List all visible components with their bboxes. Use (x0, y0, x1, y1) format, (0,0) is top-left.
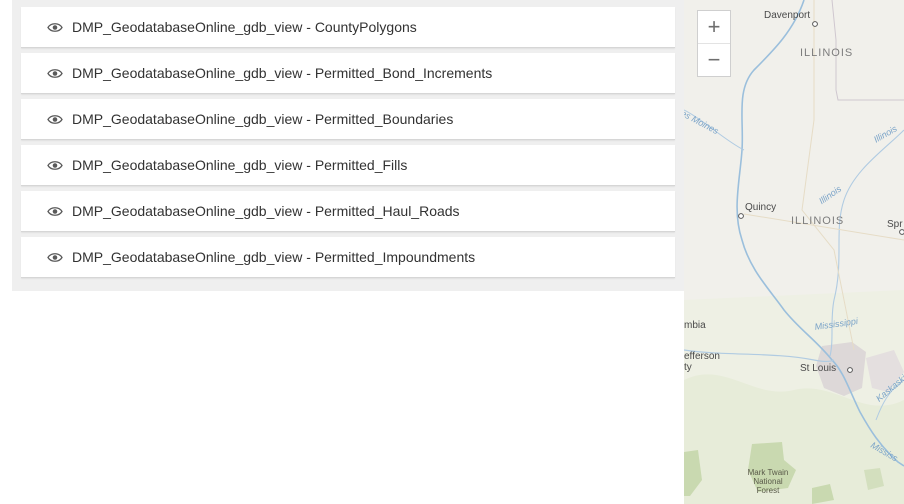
map-label-springfield: Spr (887, 219, 903, 230)
zoom-in-button[interactable]: + (698, 11, 730, 44)
map-label-st-louis: St Louis (800, 363, 837, 374)
map-label-illinois-mid: ILLINOIS (791, 215, 845, 227)
layer-item-county-polygons[interactable]: DMP_GeodatabaseOnline_gdb_view - CountyP… (21, 7, 675, 48)
layer-item-permitted-boundaries[interactable]: DMP_GeodatabaseOnline_gdb_view - Permitt… (21, 99, 675, 140)
map-label-jefferson: efferson (684, 351, 720, 362)
map-label-davenport: Davenport (764, 10, 811, 21)
layer-label: DMP_GeodatabaseOnline_gdb_view - Permitt… (72, 249, 476, 265)
eye-icon[interactable] (47, 251, 63, 263)
layer-item-permitted-fills[interactable]: DMP_GeodatabaseOnline_gdb_view - Permitt… (21, 145, 675, 186)
minus-icon: − (707, 47, 721, 72)
map-view[interactable]: + − Davenport ILLINOIS es Moines Illinoi… (684, 0, 904, 504)
map-label-mark-twain-forest: Mark Twain National Forest (740, 468, 796, 495)
eye-icon[interactable] (47, 113, 63, 125)
eye-icon[interactable] (47, 21, 63, 33)
layer-list: DMP_GeodatabaseOnline_gdb_view - CountyP… (21, 7, 675, 283)
layer-list-panel: DMP_GeodatabaseOnline_gdb_view - CountyP… (12, 0, 684, 291)
forest-label-line: Mark Twain (747, 468, 789, 477)
zoom-out-button[interactable]: − (698, 44, 730, 76)
layer-item-permitted-bond-increments[interactable]: DMP_GeodatabaseOnline_gdb_view - Permitt… (21, 53, 675, 94)
map-label-illinois-top: ILLINOIS (800, 47, 854, 59)
map-label-quincy: Quincy (745, 202, 777, 213)
eye-icon[interactable] (47, 205, 63, 217)
forest-label-line: Forest (756, 486, 780, 495)
map-label-columbia: mbia (684, 320, 706, 331)
layer-item-permitted-haul-roads[interactable]: DMP_GeodatabaseOnline_gdb_view - Permitt… (21, 191, 675, 232)
map-label-jefferson-2: ty (684, 362, 692, 373)
layer-label: DMP_GeodatabaseOnline_gdb_view - Permitt… (72, 157, 408, 173)
eye-icon[interactable] (47, 67, 63, 79)
layer-item-permitted-impoundments[interactable]: DMP_GeodatabaseOnline_gdb_view - Permitt… (21, 237, 675, 278)
zoom-control: + − (697, 10, 731, 77)
forest-label-line: National (753, 477, 783, 486)
layer-label: DMP_GeodatabaseOnline_gdb_view - Permitt… (72, 111, 454, 127)
layer-label: DMP_GeodatabaseOnline_gdb_view - Permitt… (72, 65, 493, 81)
layer-label: DMP_GeodatabaseOnline_gdb_view - Permitt… (72, 203, 460, 219)
plus-icon: + (707, 14, 721, 39)
eye-icon[interactable] (47, 159, 63, 171)
layer-label: DMP_GeodatabaseOnline_gdb_view - CountyP… (72, 19, 417, 35)
